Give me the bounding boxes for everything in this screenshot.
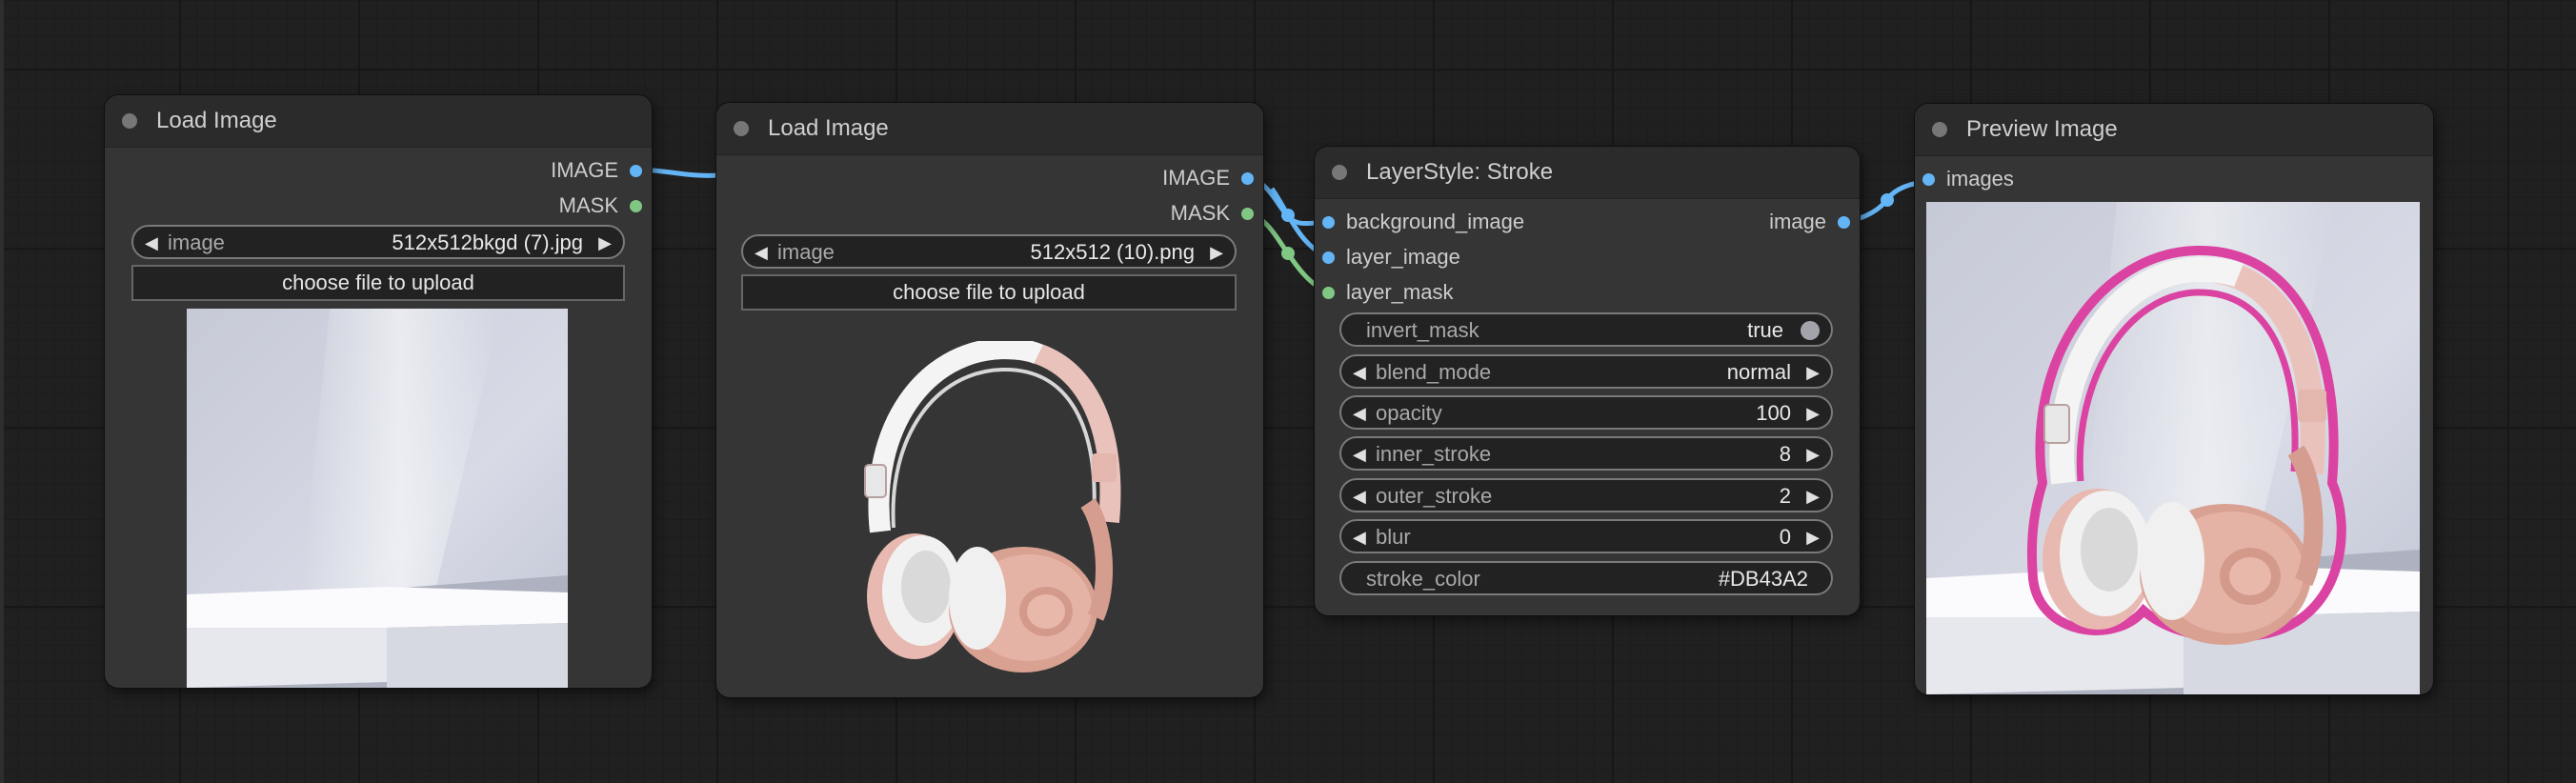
collapse-dot-icon[interactable] [734, 121, 749, 136]
node-title-bar[interactable]: LayerStyle: Stroke [1315, 147, 1860, 199]
headphones-image-preview [859, 341, 1126, 674]
choose-file-button[interactable]: choose file to upload [741, 274, 1237, 311]
arrow-right-icon[interactable]: ▶ [1806, 442, 1820, 467]
node-title: Preview Image [1966, 116, 2118, 142]
load-image-node-1[interactable]: Load Image IMAGE MASK ◀ image 512x512bkg… [105, 95, 652, 688]
output-slot-mask[interactable]: MASK [1171, 199, 1254, 228]
arrow-left-icon[interactable]: ◀ [1353, 360, 1366, 385]
link-midpoint-mask [1281, 247, 1295, 260]
output-dot-icon[interactable] [1241, 171, 1254, 185]
node-title: Load Image [156, 108, 277, 133]
link-midpoint-image [1281, 209, 1295, 222]
input-label: layer_image [1346, 245, 1460, 269]
input-slot-images[interactable]: images [1922, 165, 2014, 193]
inner-stroke-number-widget[interactable]: ◀ inner_stroke 8 ▶ [1339, 436, 1833, 471]
widget-value: 100 [1756, 401, 1791, 425]
arrow-right-icon[interactable]: ▶ [1806, 401, 1820, 426]
load-image-node-2[interactable]: Load Image IMAGE MASK ◀ image 512x512 (1… [716, 103, 1263, 697]
arrow-right-icon[interactable]: ▶ [598, 231, 612, 255]
input-label: background_image [1346, 210, 1525, 233]
input-dot-icon[interactable] [1322, 251, 1335, 264]
arrow-right-icon[interactable]: ▶ [1806, 525, 1820, 550]
arrow-left-icon[interactable]: ◀ [1353, 442, 1366, 467]
output-label: IMAGE [1162, 166, 1230, 190]
widget-label: invert_mask [1366, 318, 1479, 342]
layerstyle-stroke-node[interactable]: LayerStyle: Stroke background_image laye… [1315, 147, 1860, 615]
canvas-edge [0, 0, 4, 783]
preview-image-node[interactable]: Preview Image images [1915, 104, 2433, 694]
arrow-left-icon[interactable]: ◀ [1353, 525, 1366, 550]
input-slot-layer-image[interactable]: layer_image [1322, 243, 1460, 271]
widget-label: outer_stroke [1376, 484, 1493, 508]
output-label: MASK [1170, 201, 1230, 225]
input-dot-icon[interactable] [1922, 172, 1935, 186]
node-title-bar[interactable]: Load Image [716, 103, 1263, 155]
arrow-left-icon[interactable]: ◀ [1353, 401, 1366, 426]
widget-label: blur [1376, 525, 1411, 549]
node-title-bar[interactable]: Load Image [105, 95, 652, 148]
blend-mode-combo[interactable]: ◀ blend_mode normal ▶ [1339, 354, 1833, 389]
collapse-dot-icon[interactable] [1932, 122, 1947, 137]
arrow-left-icon[interactable]: ◀ [145, 231, 158, 255]
stroke-color-text-widget[interactable]: stroke_color #DB43A2 [1339, 561, 1833, 595]
opacity-number-widget[interactable]: ◀ opacity 100 ▶ [1339, 395, 1833, 430]
output-slot-image[interactable]: IMAGE [551, 156, 642, 185]
widget-label: stroke_color [1366, 567, 1480, 591]
node-title-bar[interactable]: Preview Image [1915, 104, 2433, 156]
input-slot-background-image[interactable]: background_image [1322, 208, 1524, 236]
stroked-image-preview [1926, 202, 2420, 694]
input-dot-icon[interactable] [1322, 286, 1335, 299]
widget-value: #DB43A2 [1718, 567, 1808, 591]
blur-number-widget[interactable]: ◀ blur 0 ▶ [1339, 519, 1833, 553]
input-label: images [1946, 167, 2014, 191]
widget-value: 0 [1779, 525, 1791, 549]
output-dot-icon[interactable] [1838, 215, 1850, 229]
output-dot-icon[interactable] [1241, 207, 1254, 220]
node-title: Load Image [768, 115, 889, 141]
output-label: MASK [558, 193, 618, 217]
input-slot-layer-mask[interactable]: layer_mask [1322, 278, 1453, 307]
outer-stroke-number-widget[interactable]: ◀ outer_stroke 2 ▶ [1339, 478, 1833, 512]
input-label: layer_mask [1346, 280, 1454, 304]
image-combo-widget[interactable]: ◀ image 512x512bkgd (7).jpg ▶ [131, 225, 625, 259]
image-combo-widget[interactable]: ◀ image 512x512 (10).png ▶ [741, 234, 1237, 269]
arrow-right-icon[interactable]: ▶ [1210, 240, 1223, 265]
widget-value: 2 [1779, 484, 1791, 508]
choose-file-button[interactable]: choose file to upload [131, 265, 625, 301]
collapse-dot-icon[interactable] [122, 113, 137, 129]
widget-value: 8 [1779, 442, 1791, 466]
node-title: LayerStyle: Stroke [1366, 159, 1554, 185]
widget-value: true [1747, 318, 1783, 342]
output-slot-image[interactable]: IMAGE [1162, 164, 1254, 192]
output-slot-mask[interactable]: MASK [559, 191, 642, 220]
widget-label: image [168, 231, 225, 254]
widget-value: 512x512 (10).png [1030, 240, 1195, 264]
output-label: image [1769, 210, 1826, 233]
widget-label: opacity [1376, 401, 1442, 425]
widget-label: blend_mode [1376, 360, 1492, 384]
collapse-dot-icon[interactable] [1332, 165, 1347, 180]
widget-value: normal [1726, 360, 1791, 384]
background-image-preview [187, 309, 568, 688]
input-dot-icon[interactable] [1322, 215, 1335, 229]
output-slot-image[interactable]: image [1769, 208, 1850, 236]
output-dot-icon[interactable] [630, 164, 642, 177]
arrow-left-icon[interactable]: ◀ [755, 240, 768, 265]
toggle-knob-icon[interactable] [1801, 321, 1820, 340]
widget-value: 512x512bkgd (7).jpg [392, 231, 583, 254]
output-dot-icon[interactable] [630, 199, 642, 212]
output-label: IMAGE [551, 158, 618, 182]
invert-mask-toggle[interactable]: invert_mask true [1339, 312, 1833, 347]
widget-label: image [777, 240, 835, 264]
arrow-left-icon[interactable]: ◀ [1353, 484, 1366, 509]
link-midpoint-preview [1881, 193, 1894, 207]
arrow-right-icon[interactable]: ▶ [1806, 360, 1820, 385]
widget-label: inner_stroke [1376, 442, 1492, 466]
arrow-right-icon[interactable]: ▶ [1806, 484, 1820, 509]
